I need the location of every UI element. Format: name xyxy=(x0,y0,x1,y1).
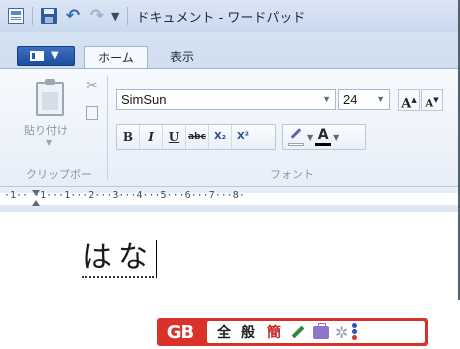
font-family-value: SimSun xyxy=(121,92,167,107)
redo-icon[interactable]: ↷ xyxy=(89,8,105,25)
highlight-pen-icon[interactable] xyxy=(287,128,305,146)
file-menu-arrow: ▼ xyxy=(51,50,59,61)
cut-icon[interactable]: ✂ xyxy=(86,78,98,94)
undo-icon[interactable]: ↶ xyxy=(65,8,81,25)
ime-simplified-toggle[interactable]: 簡 xyxy=(267,322,281,342)
highlight-dropdown-arrow[interactable]: ▼ xyxy=(307,133,313,142)
paste-icon[interactable] xyxy=(36,79,64,116)
briefcase-icon[interactable] xyxy=(313,322,329,339)
ime-logo[interactable]: GB xyxy=(157,322,203,343)
document-area[interactable] xyxy=(0,212,458,300)
italic-button[interactable]: I xyxy=(140,125,163,149)
ruler-ticks: ·1·· ·1···1···2···3···4···5···6···7···8· xyxy=(4,190,245,201)
chevron-down-icon[interactable]: ▼ xyxy=(376,90,385,109)
grow-font-button[interactable]: A▲ xyxy=(398,89,420,111)
shrink-font-button[interactable]: A▼ xyxy=(421,89,443,111)
gear-icon[interactable]: ✲ xyxy=(335,323,348,342)
strikethrough-button[interactable]: abc xyxy=(186,125,209,149)
ime-punctuation-toggle[interactable]: 般 xyxy=(241,322,255,342)
copy-icon[interactable] xyxy=(86,106,98,120)
superscript-button[interactable]: X² xyxy=(232,125,254,149)
save-icon[interactable] xyxy=(41,8,57,24)
indent-marker[interactable] xyxy=(32,190,40,208)
grow-font-label: A xyxy=(401,96,412,112)
file-menu-icon xyxy=(30,51,44,61)
paste-dropdown-arrow[interactable]: ▼ xyxy=(46,138,52,147)
ribbon-group-separator xyxy=(107,76,108,180)
file-menu-button[interactable]: ▼ xyxy=(17,46,75,66)
wordpad-window: ↶ ↷ ▼ ドキュメント - ワードパッド ▼ ホーム 表示 貼り付け ▼ ✂ … xyxy=(0,0,460,300)
title-separator xyxy=(127,7,129,25)
ime-toolbar[interactable]: GB 全 般 簡 ✲ xyxy=(157,318,428,346)
font-size-select[interactable]: 24 ▼ xyxy=(338,89,390,110)
font-family-select[interactable]: SimSun ▼ xyxy=(116,89,336,110)
clipboard-group: 貼り付け ▼ ✂ クリップボード xyxy=(14,70,102,197)
title-bar: ↶ ↷ ▼ ドキュメント - ワードパッド xyxy=(0,0,458,32)
more-options-icon[interactable] xyxy=(352,323,358,341)
ime-panel: 全 般 簡 ✲ xyxy=(207,321,425,343)
subscript-button[interactable]: X₂ xyxy=(209,125,232,149)
text-caret xyxy=(156,240,157,278)
pencil-icon[interactable] xyxy=(289,324,307,340)
window-title: ドキュメント - ワードパッド xyxy=(136,10,306,26)
underline-button[interactable]: U xyxy=(163,125,186,149)
font-color-icon[interactable]: A xyxy=(315,127,332,147)
font-size-value: 24 xyxy=(343,92,358,107)
text-format-buttons: B I U abc X₂ X² xyxy=(116,124,276,150)
paste-button-label[interactable]: 貼り付け xyxy=(24,122,68,138)
tab-view[interactable]: 表示 xyxy=(156,46,208,68)
tab-home[interactable]: ホーム xyxy=(84,46,148,68)
font-color-dropdown-arrow[interactable]: ▼ xyxy=(333,133,339,142)
qat-separator xyxy=(32,7,33,25)
chevron-down-icon[interactable]: ▼ xyxy=(322,90,331,109)
wordpad-app-icon[interactable] xyxy=(8,8,24,24)
bold-button[interactable]: B xyxy=(117,125,140,149)
document-text[interactable]: はな xyxy=(82,240,154,278)
color-buttons: ▼ A ▼ xyxy=(282,124,366,150)
ime-full-width-toggle[interactable]: 全 xyxy=(217,322,231,342)
qat-customize-dropdown[interactable]: ▼ xyxy=(111,10,119,23)
font-group-label: フォント xyxy=(270,168,314,181)
